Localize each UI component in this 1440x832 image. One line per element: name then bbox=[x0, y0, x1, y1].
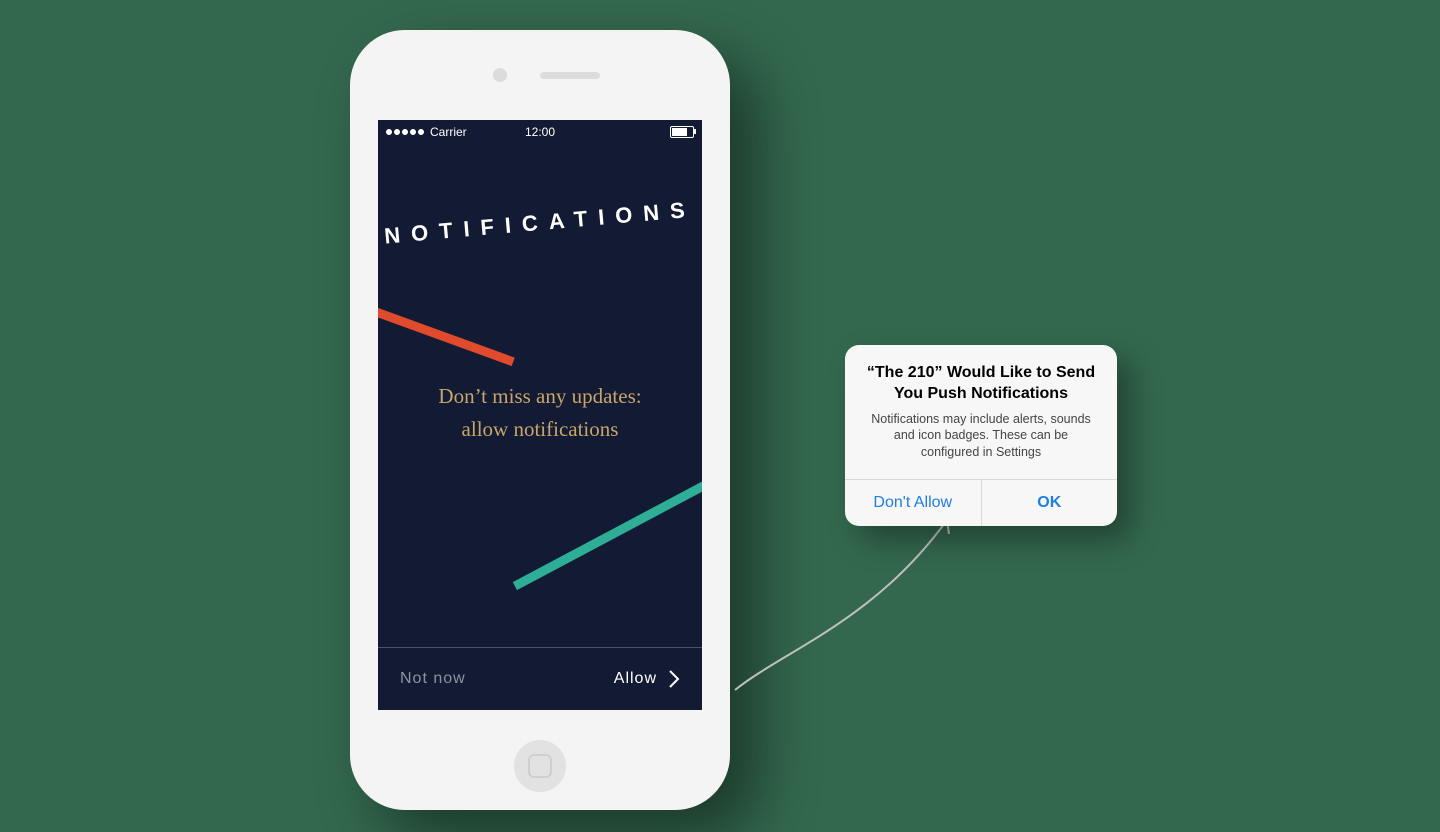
prompt-line-1: Don’t miss any updates: bbox=[378, 380, 702, 413]
screen-content: NOTIFICATIONS Don’t miss any updates: al… bbox=[378, 120, 702, 710]
chevron-right-icon bbox=[669, 670, 680, 688]
prompt-text: Don’t miss any updates: allow notificati… bbox=[378, 380, 702, 445]
home-button[interactable] bbox=[514, 740, 566, 792]
alert-title: “The 210” Would Like to Send You Push No… bbox=[845, 345, 1117, 409]
earpiece-icon bbox=[540, 72, 600, 79]
alert-message: Notifications may include alerts, sounds… bbox=[845, 409, 1117, 480]
screen-footer: Not now Allow bbox=[378, 647, 702, 710]
system-alert: “The 210” Would Like to Send You Push No… bbox=[845, 345, 1117, 526]
ok-button[interactable]: OK bbox=[981, 480, 1118, 526]
allow-button[interactable]: Allow bbox=[614, 670, 680, 688]
not-now-button[interactable]: Not now bbox=[400, 670, 466, 688]
phone-screen: Carrier 12:00 NOTIFICATIONS Don’t miss a… bbox=[378, 120, 702, 710]
accent-stripe-teal bbox=[513, 479, 702, 590]
phone-frame: Carrier 12:00 NOTIFICATIONS Don’t miss a… bbox=[350, 30, 730, 810]
front-camera-icon bbox=[493, 68, 507, 82]
stage: Carrier 12:00 NOTIFICATIONS Don’t miss a… bbox=[0, 0, 1440, 832]
accent-stripe-red bbox=[378, 303, 515, 366]
dont-allow-button[interactable]: Don't Allow bbox=[845, 480, 981, 526]
flow-arrow-icon bbox=[725, 500, 985, 700]
screen-heading: NOTIFICATIONS bbox=[383, 196, 697, 249]
prompt-line-2: allow notifications bbox=[378, 413, 702, 446]
allow-label: Allow bbox=[614, 670, 657, 688]
